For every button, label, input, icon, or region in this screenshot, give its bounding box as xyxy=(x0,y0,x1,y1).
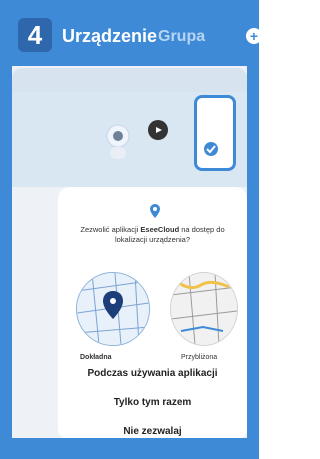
phone-illustration xyxy=(194,95,236,171)
tab-group[interactable]: Grupa xyxy=(158,28,205,46)
precise-map-icon xyxy=(77,273,149,345)
location-pin-icon xyxy=(150,204,160,218)
right-border xyxy=(247,66,259,459)
bottom-border xyxy=(0,438,259,459)
app-card-header xyxy=(12,68,247,92)
approximate-label: Przybliżona xyxy=(181,354,218,361)
app-name: EseeCloud xyxy=(140,225,180,234)
left-border xyxy=(0,66,12,459)
precise-location-option[interactable] xyxy=(76,272,150,346)
permission-question: Zezwolić aplikacji EseeCloud na dostęp d… xyxy=(70,225,235,245)
allow-once-button[interactable]: Tylko tym razem xyxy=(58,397,247,408)
play-triangle-icon xyxy=(156,127,162,133)
allow-while-using-button[interactable]: Podczas używania aplikacji xyxy=(58,368,247,379)
step-badge: 4 xyxy=(18,18,52,52)
screen: 4 Urządzenie Grupa + Zezwolić aplikacji … xyxy=(0,0,262,459)
check-icon xyxy=(204,142,218,156)
location-permission-dialog: Zezwolić aplikacji EseeCloud na dostęp d… xyxy=(58,187,247,438)
approximate-location-option[interactable] xyxy=(170,272,238,346)
tab-device[interactable]: Urządzenie xyxy=(62,26,157,47)
question-prefix: Zezwolić aplikacji xyxy=(80,225,141,234)
add-icon[interactable]: + xyxy=(246,28,262,44)
camera-icon xyxy=(106,124,130,159)
deny-button[interactable]: Nie zezwalaj xyxy=(58,426,247,437)
approximate-map-icon xyxy=(171,273,237,345)
precise-label: Dokładna xyxy=(80,354,112,361)
